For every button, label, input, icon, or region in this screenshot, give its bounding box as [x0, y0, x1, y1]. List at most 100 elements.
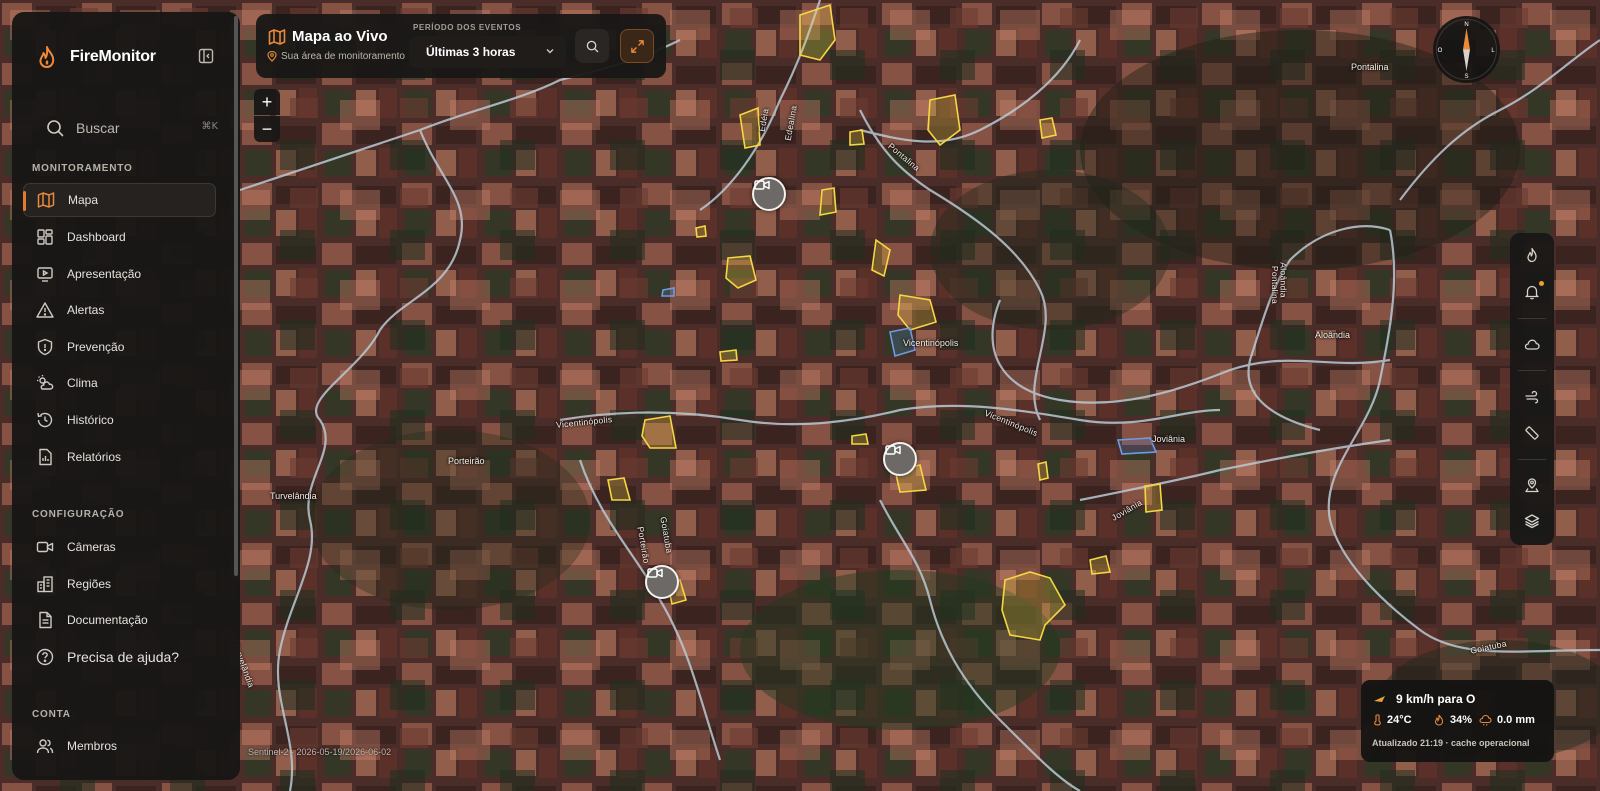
fullscreen-button[interactable] — [620, 29, 654, 63]
dashboard-icon — [35, 227, 55, 247]
map-search-button[interactable] — [575, 29, 609, 63]
section-title-monitoring: MONITORAMENTO — [32, 163, 133, 174]
map-attribution: Sentinel-2 · 2026-05-19/2026-06-02 — [248, 747, 392, 757]
temperature: 24°C — [1373, 714, 1412, 726]
period-select[interactable]: Últimas 3 horas — [409, 36, 566, 68]
compass[interactable]: N S L O — [1433, 16, 1500, 83]
sidebar-search[interactable]: Buscar ⌘K — [34, 112, 222, 144]
map-icon — [36, 190, 56, 210]
map-label-city: Porteirão — [448, 456, 485, 466]
ruler-icon — [1525, 426, 1539, 440]
map-canvas — [0, 0, 1600, 791]
thermometer-icon — [1374, 714, 1381, 726]
map-label-city: Turvelândia — [270, 491, 317, 501]
compass-west: O — [1438, 48, 1443, 54]
nav-item-apresentacao[interactable]: Apresentação — [23, 257, 216, 291]
search-icon — [586, 40, 598, 52]
wind-direction-icon — [1374, 696, 1385, 702]
map-label-city: Pontalina — [1351, 62, 1389, 72]
nav-item-label: Apresentação — [67, 267, 142, 281]
regions-icon — [35, 574, 55, 594]
video-camera-icon — [754, 180, 770, 190]
temperature-value: 24°C — [1387, 714, 1412, 726]
help-label: Precisa de ajuda? — [67, 649, 180, 665]
measure-button[interactable] — [1518, 419, 1546, 447]
nav-item-regioes[interactable]: Regiões — [23, 567, 216, 601]
location-pin-icon — [267, 51, 277, 62]
weather-icon — [35, 373, 55, 393]
document-icon — [35, 610, 55, 630]
sidebar-scrollbar[interactable] — [234, 16, 238, 576]
chevron-down-icon — [546, 49, 554, 54]
rain-value: 0.0 mm — [1497, 714, 1535, 726]
wind-icon — [1525, 390, 1539, 404]
satellite-map[interactable]: Pontalina Vicentinópolis Aloândia Joviân… — [0, 0, 1600, 791]
flame-logo-icon — [39, 46, 55, 68]
section-title-config: CONFIGURAÇÃO — [32, 509, 125, 520]
nav-item-label: Mapa — [68, 193, 99, 207]
alert-triangle-icon — [35, 300, 55, 320]
camera-icon — [35, 537, 55, 557]
page-subtitle: Sua área de monitoramento — [267, 51, 405, 62]
locate-button[interactable] — [1518, 471, 1546, 499]
nav-item-membros[interactable]: Membros — [23, 729, 216, 763]
nav-item-dashboard[interactable]: Dashboard — [23, 220, 216, 254]
nav-item-label: Clima — [67, 376, 98, 390]
wind-value: 9 km/h para O — [1396, 692, 1476, 706]
camera-marker[interactable] — [645, 565, 679, 599]
divider — [1518, 459, 1546, 460]
collapse-sidebar-button[interactable] — [196, 46, 216, 66]
rain: 0.0 mm — [1479, 714, 1535, 726]
page-title: Mapa ao Vivo — [292, 28, 388, 45]
alerts-layer-button[interactable] — [1518, 278, 1546, 306]
sidebar: FireMonitor Buscar ⌘K MONITORAMENTO Mapa… — [12, 12, 240, 780]
humidity: 34% — [1433, 714, 1472, 726]
cloud-icon — [1524, 339, 1540, 350]
sidebar-collapse-icon — [198, 48, 214, 64]
nav-item-prevencao[interactable]: Prevenção — [23, 330, 216, 364]
compass-rose-icon: N S L O — [1436, 19, 1497, 80]
help-link[interactable]: Precisa de ajuda? — [23, 640, 216, 674]
brand: FireMonitor — [36, 42, 156, 72]
shield-icon — [35, 337, 55, 357]
nav-item-relatorios[interactable]: Relatórios — [23, 440, 216, 474]
camera-marker[interactable] — [883, 442, 917, 476]
nav-item-label: Alertas — [67, 303, 105, 317]
divider — [1518, 318, 1546, 319]
nav-item-documentacao[interactable]: Documentação — [23, 603, 216, 637]
nav-item-label: Regiões — [67, 577, 112, 591]
search-label: Buscar — [76, 120, 120, 136]
nav-item-historico[interactable]: Histórico — [23, 403, 216, 437]
search-shortcut: ⌘K — [201, 121, 218, 132]
nav-item-alertas[interactable]: Alertas — [23, 293, 216, 327]
video-camera-icon — [885, 445, 901, 455]
nav-item-cameras[interactable]: Câmeras — [23, 530, 216, 564]
layers-button[interactable] — [1518, 507, 1546, 535]
compass-east: L — [1491, 48, 1495, 54]
zoom-out-button[interactable]: − — [254, 116, 280, 142]
section-title-account: CONTA — [32, 709, 71, 720]
nav-item-label: Histórico — [67, 413, 114, 427]
nav-item-clima[interactable]: Clima — [23, 366, 216, 400]
camera-marker[interactable] — [752, 177, 786, 211]
bell-icon — [1525, 285, 1539, 300]
nav-item-mapa[interactable]: Mapa — [23, 183, 216, 217]
weather-card: 9 km/h para O 24°C 34% 0.0 mm Atualizado… — [1361, 680, 1554, 762]
history-icon — [35, 410, 55, 430]
humidity-value: 34% — [1450, 714, 1473, 726]
fire-layer-button[interactable] — [1518, 241, 1546, 269]
zoom-in-button[interactable]: + — [254, 89, 280, 115]
map-tools — [1510, 233, 1554, 545]
nav-item-label: Prevenção — [67, 340, 125, 354]
nav-item-label: Câmeras — [67, 540, 116, 554]
rain-cloud-icon — [1479, 714, 1492, 726]
video-camera-icon — [647, 568, 663, 578]
wind-layer-button[interactable] — [1518, 382, 1546, 410]
nav-item-label: Documentação — [67, 613, 148, 627]
humidity-flame-icon — [1434, 714, 1444, 726]
users-icon — [35, 736, 55, 756]
map-header: Mapa ao Vivo Sua área de monitoramento P… — [256, 14, 666, 78]
map-label-city: Joviânia — [1152, 434, 1186, 444]
weather-layer-button[interactable] — [1518, 330, 1546, 358]
period-value: Últimas 3 horas — [426, 45, 516, 59]
